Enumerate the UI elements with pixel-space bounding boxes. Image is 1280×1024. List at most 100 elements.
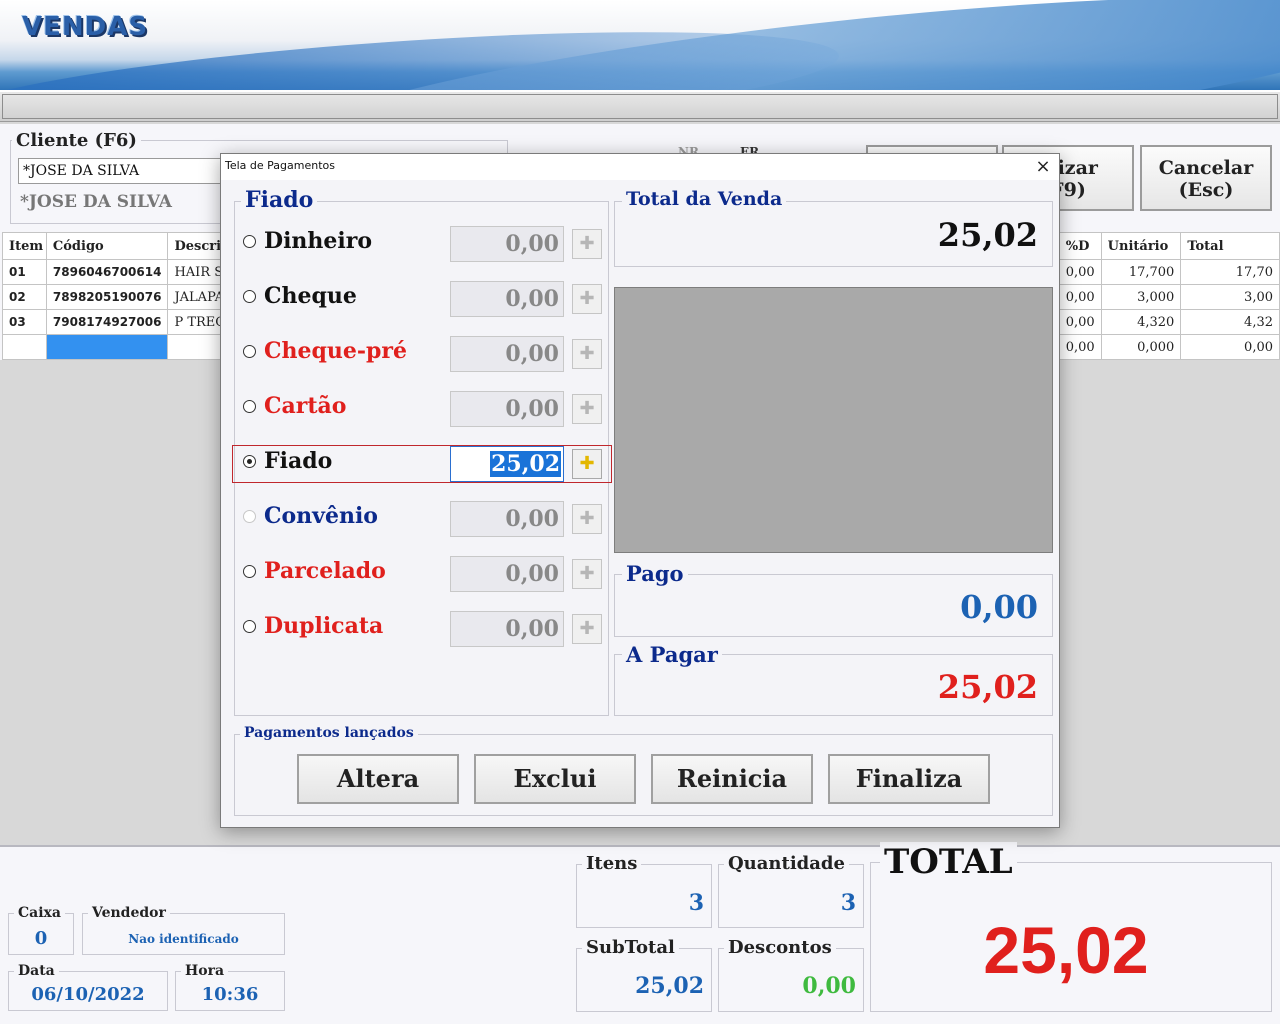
descontos-value: 0,00: [802, 973, 856, 999]
data-label: Data: [14, 963, 59, 979]
cell-desc: 0,00: [1058, 284, 1102, 310]
toolbar-strip: [0, 90, 1280, 122]
radio-parcelado[interactable]: [243, 565, 256, 578]
input-duplicata[interactable]: 0,00: [450, 611, 564, 647]
dialog-title: Tela de Pagamentos: [225, 159, 335, 172]
input-cheque-pre[interactable]: 0,00: [450, 336, 564, 372]
input-fiado-selected-text: 25,02: [490, 451, 561, 477]
cell-item: 02: [2, 284, 47, 310]
plus-icon[interactable]: ✚: [572, 229, 602, 259]
subtotal-value: 25,02: [635, 973, 704, 999]
plus-icon[interactable]: ✚: [572, 614, 602, 644]
input-cartao[interactable]: 0,00: [450, 391, 564, 427]
pago-value: 0,00: [960, 588, 1038, 626]
cell-codigo: 7908174927006: [45, 309, 169, 335]
radio-duplicata[interactable]: [243, 620, 256, 633]
payment-row-dinheiro: Dinheiro 0,00 ✚: [233, 225, 613, 263]
cell-total: 3,00: [1180, 284, 1280, 310]
cell-total: 17,70: [1180, 259, 1280, 285]
plus-icon[interactable]: ✚: [572, 504, 602, 534]
radio-cheque[interactable]: [243, 290, 256, 303]
radio-fiado-selected[interactable]: [243, 455, 256, 468]
plus-icon[interactable]: ✚: [572, 449, 602, 479]
cell-total: 0,00: [1180, 334, 1280, 360]
vendedor-value: Nao identificado: [128, 932, 239, 946]
cell-codigo-editing[interactable]: [45, 334, 169, 360]
input-dinheiro[interactable]: 0,00: [450, 226, 564, 262]
input-parcelado[interactable]: 0,00: [450, 556, 564, 592]
label-parcelado: Parcelado: [264, 558, 386, 584]
col-item: Item: [2, 232, 47, 260]
vendedor-label: Vendedor: [88, 905, 170, 921]
plus-icon[interactable]: ✚: [572, 339, 602, 369]
cell-item: 01: [2, 259, 47, 285]
cell-desc: 0,00: [1058, 259, 1102, 285]
altera-button[interactable]: Altera: [297, 754, 459, 804]
caixa-label: Caixa: [14, 905, 65, 921]
a-pagar-label: A Pagar: [622, 642, 722, 667]
label-convenio: Convênio: [264, 503, 378, 529]
cancelar-label-line2: (Esc): [1178, 179, 1234, 201]
payment-group-title: Fiado: [241, 187, 318, 213]
label-cheque: Cheque: [264, 283, 357, 309]
plus-icon[interactable]: ✚: [572, 284, 602, 314]
payment-row-fiado: Fiado 25,02 ✚: [233, 445, 613, 483]
input-convenio[interactable]: 0,00: [450, 501, 564, 537]
cell-desc: 0,00: [1058, 334, 1102, 360]
caixa-value: 0: [34, 928, 48, 949]
col-total: Total: [1180, 232, 1280, 260]
cell-codigo: 7896046700614: [45, 259, 169, 285]
plus-icon[interactable]: ✚: [572, 394, 602, 424]
input-cheque[interactable]: 0,00: [450, 281, 564, 317]
payment-dialog: Tela de Pagamentos × Fiado Dinheiro 0,00…: [220, 153, 1060, 828]
cancelar-button[interactable]: Cancelar (Esc): [1140, 145, 1272, 211]
app-title: VENDAS: [22, 12, 149, 42]
payment-row-duplicata: Duplicata 0,00 ✚: [233, 610, 613, 648]
toolbar-frame: [2, 94, 1278, 119]
label-duplicata: Duplicata: [264, 613, 384, 639]
hora-label: Hora: [181, 963, 229, 979]
plus-icon[interactable]: ✚: [572, 559, 602, 589]
dialog-titlebar: Tela de Pagamentos ×: [221, 154, 1059, 180]
radio-cartao[interactable]: [243, 400, 256, 413]
a-pagar-value: 25,02: [937, 668, 1038, 706]
cliente-input[interactable]: *JOSE DA SILVA: [18, 158, 228, 184]
payment-row-cheque: Cheque 0,00 ✚: [233, 280, 613, 318]
label-fiado: Fiado: [264, 448, 333, 474]
label-dinheiro: Dinheiro: [264, 228, 373, 254]
payment-row-cheque-pre: Cheque-pré 0,00 ✚: [233, 335, 613, 373]
cell-unitario: 4,320: [1100, 309, 1182, 335]
total-label: TOTAL: [880, 842, 1017, 882]
cell-unitario: 3,000: [1100, 284, 1182, 310]
data-value: 06/10/2022: [31, 984, 145, 1005]
cell-item: 03: [2, 309, 47, 335]
radio-dot: [247, 459, 252, 464]
image-placeholder: [614, 287, 1053, 553]
payment-row-convenio: Convênio 0,00 ✚: [233, 500, 613, 538]
col-desc-pct: %D: [1058, 232, 1102, 260]
radio-convenio[interactable]: [243, 510, 256, 523]
close-icon[interactable]: ×: [1027, 154, 1059, 180]
payment-row-parcelado: Parcelado 0,00 ✚: [233, 555, 613, 593]
col-unitario: Unitário: [1100, 232, 1182, 260]
cell-unitario: 17,700: [1100, 259, 1182, 285]
cell-unitario: 0,000: [1100, 334, 1182, 360]
label-cheque-pre: Cheque-pré: [264, 338, 407, 364]
radio-dinheiro[interactable]: [243, 235, 256, 248]
total-venda-value: 25,02: [937, 216, 1038, 254]
cliente-name: *JOSE DA SILVA: [20, 192, 172, 212]
hora-value: 10:36: [201, 984, 259, 1005]
pagamentos-lancados-label: Pagamentos lançados: [240, 725, 418, 741]
exclui-button[interactable]: Exclui: [474, 754, 636, 804]
reinicia-button[interactable]: Reinicia: [651, 754, 813, 804]
radio-cheque-pre[interactable]: [243, 345, 256, 358]
finaliza-button[interactable]: Finaliza: [828, 754, 990, 804]
descontos-label: Descontos: [724, 937, 836, 958]
input-fiado[interactable]: 25,02: [450, 446, 564, 482]
label-cartao: Cartão: [264, 393, 347, 419]
cancelar-label-line1: Cancelar: [1158, 157, 1254, 179]
cell-item: [2, 334, 47, 360]
col-codigo: Código: [45, 232, 169, 260]
payment-row-cartao: Cartão 0,00 ✚: [233, 390, 613, 428]
total-value: 25,02: [983, 913, 1149, 987]
